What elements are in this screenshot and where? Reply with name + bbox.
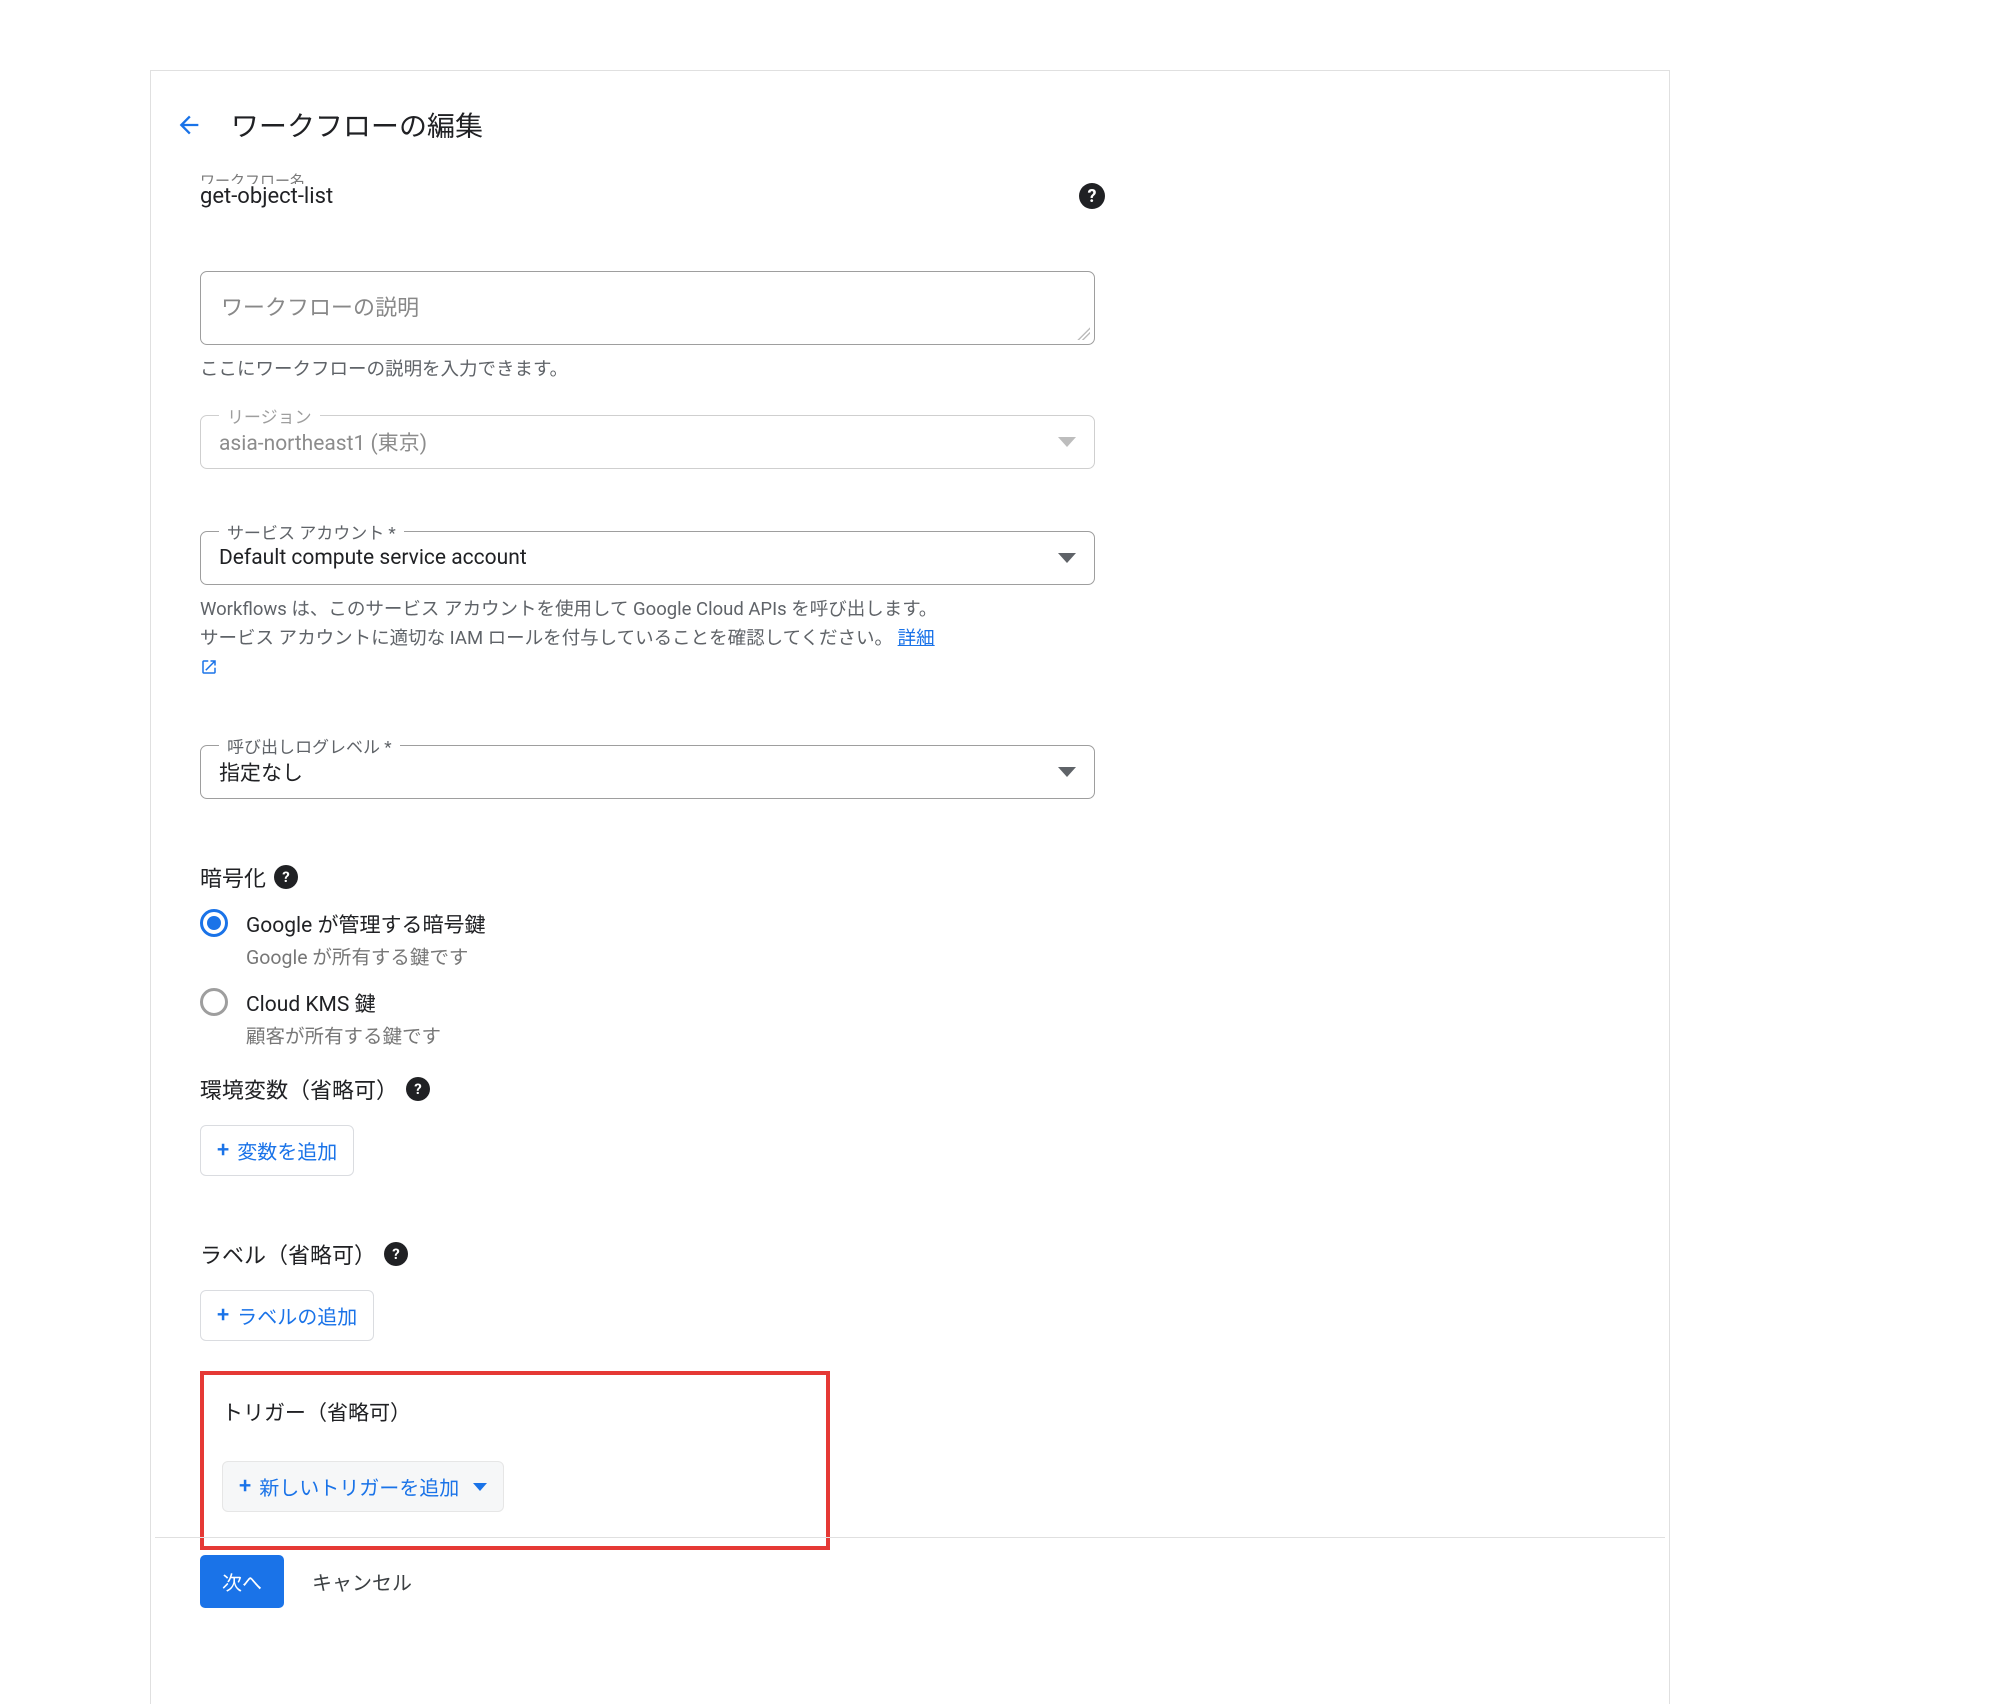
description-textarea[interactable]: ワークフローの説明: [200, 271, 1095, 345]
service-account-helper: Workflows は、このサービス アカウントを使用して Google Clo…: [200, 595, 1105, 684]
triggers-section-highlight: トリガー（省略可） + 新しいトリガーを追加: [200, 1371, 830, 1550]
help-icon[interactable]: ?: [1079, 183, 1105, 209]
description-helper: ここにワークフローの説明を入力できます。: [200, 355, 1105, 385]
help-icon[interactable]: ?: [274, 865, 298, 889]
labels-title: ラベル（省略可）: [200, 1238, 376, 1270]
next-button[interactable]: 次へ: [200, 1555, 284, 1608]
workflow-name-value: get-object-list: [200, 184, 333, 209]
encryption-option-kms[interactable]: Cloud KMS 鍵 顧客が所有する鍵です: [200, 988, 1105, 1049]
encryption-option-label: Cloud KMS 鍵: [246, 988, 441, 1018]
encryption-title: 暗号化: [200, 861, 266, 893]
add-trigger-button[interactable]: + 新しいトリガーを追加: [222, 1461, 504, 1512]
page-header: ワークフローの編集: [175, 105, 1660, 145]
help-icon[interactable]: ?: [406, 1077, 430, 1101]
plus-icon: +: [239, 1476, 251, 1498]
radio-selected-icon: [200, 909, 228, 937]
cancel-button[interactable]: キャンセル: [312, 1567, 412, 1596]
textarea-resize-handle-icon[interactable]: [1076, 326, 1090, 340]
plus-icon: +: [217, 1140, 229, 1162]
encryption-option-label: Google が管理する暗号鍵: [246, 909, 486, 939]
back-arrow-icon[interactable]: [175, 111, 203, 139]
service-account-label: サービス アカウント *: [219, 519, 404, 544]
details-link[interactable]: 詳細: [898, 627, 935, 649]
service-account-value: Default compute service account: [219, 546, 527, 570]
help-icon[interactable]: ?: [384, 1242, 408, 1266]
chevron-down-icon: [1058, 437, 1076, 447]
envvars-title: 環境変数（省略可）: [200, 1073, 398, 1105]
add-env-var-button[interactable]: + 変数を追加: [200, 1125, 354, 1176]
loglevel-label: 呼び出しログレベル *: [219, 733, 400, 758]
loglevel-value: 指定なし: [219, 757, 303, 787]
radio-unselected-icon: [200, 988, 228, 1016]
encryption-option-google[interactable]: Google が管理する暗号鍵 Google が所有する鍵です: [200, 909, 1105, 970]
chevron-down-icon: [1058, 553, 1076, 563]
description-placeholder: ワークフローの説明: [221, 296, 419, 321]
encryption-option-desc: Google が所有する鍵です: [246, 941, 486, 970]
page-title: ワークフローの編集: [231, 105, 483, 145]
add-label-button[interactable]: + ラベルの追加: [200, 1290, 374, 1341]
external-link-icon[interactable]: [200, 658, 218, 676]
chevron-down-icon: [473, 1483, 487, 1491]
chevron-down-icon: [1058, 767, 1076, 777]
plus-icon: +: [217, 1305, 229, 1327]
region-value: asia-northeast1 (東京): [219, 427, 427, 457]
footer-divider: [155, 1537, 1665, 1538]
triggers-title: トリガー（省略可）: [222, 1397, 808, 1427]
region-select: asia-northeast1 (東京): [201, 416, 1094, 468]
workflow-name-label-clipped: ワークフロー名: [200, 170, 1105, 184]
encryption-option-desc: 顧客が所有する鍵です: [246, 1020, 441, 1049]
region-label: リージョン: [219, 403, 320, 428]
